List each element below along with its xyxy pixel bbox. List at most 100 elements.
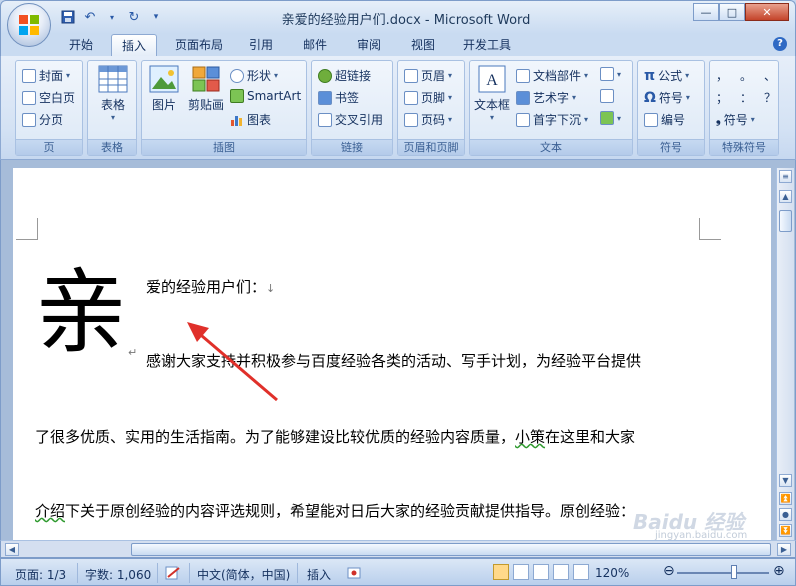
scroll-right-icon[interactable]: ▶	[777, 543, 791, 556]
shapes-button[interactable]: 形状 ▾	[230, 67, 278, 84]
tab-review[interactable]: 审阅	[349, 34, 389, 56]
tab-references[interactable]: 引用	[241, 34, 281, 56]
zoom-in-icon[interactable]: ⊕	[773, 563, 785, 579]
redo-icon[interactable]: ↻	[125, 8, 143, 26]
wordart-button[interactable]: 艺术字 ▾	[516, 89, 576, 106]
office-button[interactable]	[7, 3, 51, 47]
shapes-icon	[230, 68, 244, 83]
horizontal-scrollbar[interactable]: ◀ ▶	[0, 540, 796, 558]
page-count-status[interactable]: 页面: 1/3	[15, 566, 66, 583]
cross-reference-button[interactable]: 交叉引用	[318, 111, 383, 128]
tab-page-layout[interactable]: 页面布局	[167, 34, 231, 56]
date-time-button[interactable]	[600, 89, 614, 103]
horizontal-scroll-thumb[interactable]	[131, 543, 771, 556]
customize-toolbar-icon[interactable]: ▾	[147, 8, 165, 26]
object-button[interactable]: ▾	[600, 111, 621, 125]
drop-cap-character[interactable]: 亲	[35, 263, 127, 363]
symbol-button[interactable]: Ω 符号 ▾	[644, 89, 690, 106]
chevron-down-icon[interactable]: ▾	[103, 8, 121, 26]
outline-view-icon[interactable]	[553, 564, 569, 580]
blank-page-button[interactable]: 空白页	[22, 89, 75, 106]
annotation-arrow-icon	[187, 322, 278, 402]
zoom-level[interactable]: 120%	[595, 566, 629, 580]
chart-button[interactable]: 图表	[230, 111, 271, 128]
draft-view-icon[interactable]	[573, 564, 589, 580]
full-screen-reading-view-icon[interactable]	[513, 564, 529, 580]
minimize-button[interactable]: —	[693, 3, 719, 21]
clipart-label: 剪贴画	[187, 98, 224, 112]
macro-record-icon[interactable]	[347, 566, 361, 583]
scroll-left-icon[interactable]: ◀	[5, 543, 19, 556]
vertical-scroll-thumb[interactable]	[779, 210, 792, 232]
picture-button[interactable]: 图片	[146, 65, 182, 113]
tab-home[interactable]: 开始	[61, 34, 101, 56]
save-icon[interactable]	[59, 8, 77, 26]
number-button[interactable]: 编号	[644, 111, 685, 128]
colon-char[interactable]: ：	[740, 89, 752, 106]
table-button[interactable]: 表格 ▾	[92, 65, 134, 122]
undo-icon[interactable]: ↶	[81, 8, 99, 26]
semicolon-char[interactable]: ；	[716, 89, 728, 106]
tab-mailings[interactable]: 邮件	[295, 34, 335, 56]
hyperlink-icon	[318, 68, 332, 83]
period-char[interactable]: 。	[740, 67, 752, 84]
line-3-text-c: 在这里和大家	[545, 428, 636, 446]
smartart-button[interactable]: SmartArt	[230, 89, 301, 103]
header-button[interactable]: 页眉 ▾	[404, 67, 452, 84]
document-page[interactable]: 亲 ↵ 爱的经验用户们：↓ 感谢大家支持并积极参与百度经验各类的活动、写手计划，…	[13, 168, 771, 540]
previous-page-icon[interactable]: ⏫	[779, 492, 792, 505]
hyperlink-button[interactable]: 超链接	[318, 67, 371, 84]
textbox-button[interactable]: A 文本框 ▾	[472, 65, 512, 122]
quick-parts-icon	[516, 68, 530, 83]
tab-insert[interactable]: 插入	[111, 34, 157, 56]
comma-char[interactable]: ，	[716, 67, 728, 84]
equation-button[interactable]: π 公式 ▾	[644, 67, 689, 84]
word-count-status[interactable]: 字数: 1,060	[85, 566, 151, 583]
cover-page-button[interactable]: 封面 ▾	[22, 67, 70, 84]
vertical-scrollbar[interactable]: ≡ ▲ ▼ ⏫ ● ⏬	[776, 168, 794, 540]
help-icon[interactable]: ?	[773, 37, 787, 51]
scroll-up-icon[interactable]: ▲	[779, 190, 792, 203]
print-layout-view-icon[interactable]	[493, 564, 509, 580]
page-break-button[interactable]: 分页	[22, 111, 63, 128]
group-label-header-footer: 页眉和页脚	[398, 139, 464, 155]
page-number-button[interactable]: 页码 ▾	[404, 111, 452, 128]
next-page-icon[interactable]: ⏬	[779, 524, 792, 537]
scroll-down-icon[interactable]: ▼	[779, 474, 792, 487]
tab-view[interactable]: 视图	[403, 34, 443, 56]
document-line-4[interactable]: 介绍下关于原创经验的内容评选规则，希望能对日后大家的经验贡献提供指导。原创经验：	[35, 500, 635, 521]
zoom-slider-track[interactable]	[677, 572, 769, 574]
tab-developer[interactable]: 开发工具	[455, 34, 519, 56]
web-layout-view-icon[interactable]	[533, 564, 549, 580]
footer-button[interactable]: 页脚 ▾	[404, 89, 452, 106]
header-icon	[404, 68, 418, 83]
maximize-button[interactable]: □	[719, 3, 745, 21]
chart-label: 图表	[247, 113, 272, 127]
ribbon-tabs: 开始 插入 页面布局 引用 邮件 审阅 视图 开发工具 ?	[0, 34, 796, 56]
drop-cap-button[interactable]: 首字下沉 ▾	[516, 111, 588, 128]
browse-object-icon[interactable]: ●	[779, 508, 792, 521]
language-status[interactable]: 中文(简体，中国)	[197, 566, 290, 583]
table-icon	[98, 65, 128, 93]
page-break-label: 分页	[39, 113, 64, 127]
proofing-icon[interactable]	[165, 566, 181, 583]
question-char[interactable]: ？	[764, 89, 776, 106]
zoom-out-icon[interactable]: ⊖	[663, 563, 675, 579]
signature-line-button[interactable]: ▾	[600, 67, 621, 81]
document-line-1[interactable]: 爱的经验用户们：↓	[146, 276, 275, 297]
quick-parts-button[interactable]: 文档部件 ▾	[516, 67, 588, 84]
ruler-toggle-icon[interactable]: ≡	[779, 170, 792, 183]
clipart-button[interactable]: 剪贴画	[184, 65, 228, 113]
number-label: 编号	[661, 113, 686, 127]
document-line-3[interactable]: 了很多优质、实用的生活指南。为了能够建设比较优质的经验内容质量，小策在这里和大家	[35, 426, 635, 447]
enum-comma-char[interactable]: 、	[764, 67, 776, 84]
special-symbol-button[interactable]: ❟ 符号 ▾	[716, 111, 755, 128]
quick-parts-label: 文档部件	[533, 69, 582, 83]
line-1-text: 爱的经验用户们：	[146, 278, 267, 296]
insert-mode-status[interactable]: 插入	[307, 566, 331, 583]
bookmark-button[interactable]: 书签	[318, 89, 359, 106]
close-button[interactable]: ✕	[745, 3, 789, 21]
group-links: 超链接 书签 交叉引用 链接	[311, 60, 393, 156]
zoom-slider-knob[interactable]	[731, 565, 737, 579]
object-icon	[600, 111, 614, 125]
